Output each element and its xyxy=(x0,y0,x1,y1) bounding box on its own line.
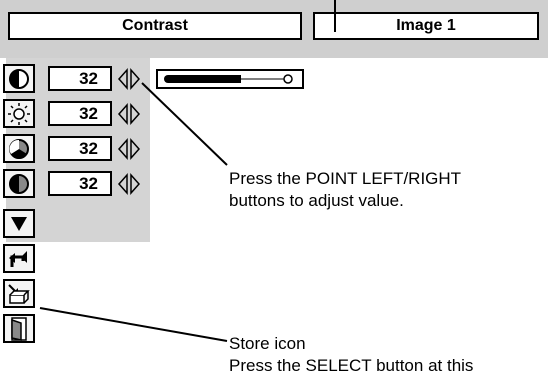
store-instruction-line1: Store icon xyxy=(229,334,306,353)
adjust-instruction-line1: Press the POINT LEFT/RIGHT xyxy=(229,169,462,188)
store-instruction: Store icon Press the SELECT button at th… xyxy=(229,333,473,377)
adjust-instruction-line2: buttons to adjust value. xyxy=(229,191,404,210)
adjust-instruction: Press the POINT LEFT/RIGHT buttons to ad… xyxy=(229,168,461,212)
store-instruction-line2: Press the SELECT button at this xyxy=(229,356,474,375)
